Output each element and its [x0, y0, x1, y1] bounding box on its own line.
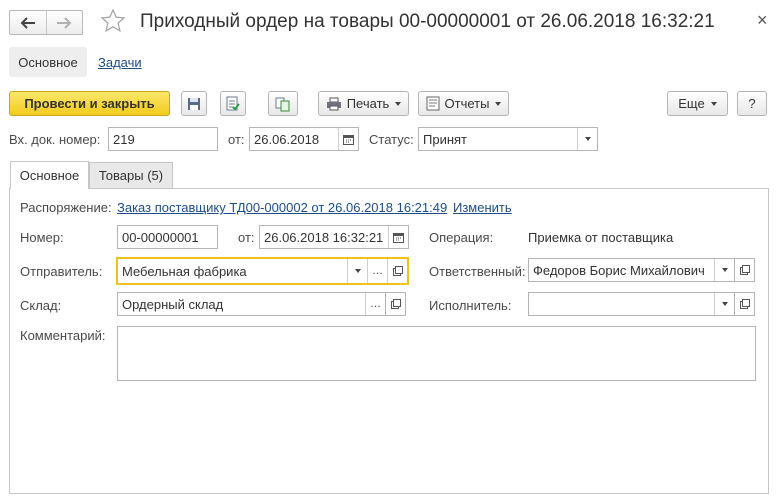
- calendar-button[interactable]: [338, 128, 358, 150]
- reports-label: Отчеты: [444, 96, 490, 111]
- responsible-dropdown-button[interactable]: [714, 259, 734, 281]
- section-main[interactable]: Основное: [9, 47, 87, 77]
- arrow-left-icon: [20, 16, 35, 29]
- section-tasks-link[interactable]: Задачи: [98, 55, 142, 70]
- incoming-number-field[interactable]: 219: [108, 127, 218, 151]
- help-button[interactable]: ?: [737, 91, 767, 116]
- incoming-date-field[interactable]: 26.06.2018: [249, 127, 359, 151]
- executor-open-button[interactable]: [735, 292, 755, 316]
- reports-menu-button[interactable]: Отчеты: [418, 91, 509, 116]
- incoming-number-value: 219: [113, 131, 135, 147]
- tab-main[interactable]: Основное: [10, 161, 89, 189]
- executor-field[interactable]: [528, 292, 735, 316]
- responsible-label: Ответственный:: [429, 264, 526, 279]
- more-label: Еще: [678, 96, 705, 111]
- more-menu-button[interactable]: Еще: [667, 91, 728, 116]
- structure-button[interactable]: [268, 91, 298, 116]
- calendar-icon: [393, 232, 404, 243]
- status-label: Статус:: [369, 132, 414, 147]
- sender-open-button[interactable]: [387, 259, 407, 283]
- number-label: Номер:: [20, 230, 64, 245]
- operation-value: Приемка от поставщика: [528, 230, 674, 245]
- date-label: от:: [238, 230, 255, 245]
- calendar-icon: [343, 134, 354, 145]
- open-icon: [392, 266, 403, 276]
- open-icon: [739, 299, 750, 309]
- star-icon: [100, 8, 126, 33]
- warehouse-value: Ордерный склад: [122, 296, 224, 312]
- chevron-down-icon: [395, 101, 402, 106]
- operation-label: Операция:: [429, 230, 494, 245]
- report-icon: [426, 96, 440, 111]
- arrow-right-icon: [57, 16, 72, 29]
- date-field[interactable]: 26.06.2018 16:32:21: [259, 225, 409, 249]
- favorite-button[interactable]: [100, 8, 126, 37]
- print-menu-button[interactable]: Печать: [318, 91, 409, 116]
- warehouse-open-button[interactable]: [386, 292, 406, 316]
- print-label: Печать: [346, 96, 390, 111]
- warehouse-select-button[interactable]: …: [365, 293, 385, 315]
- responsible-open-button[interactable]: [735, 258, 755, 282]
- sender-label: Отправитель:: [20, 264, 103, 279]
- chevron-down-icon: [721, 268, 728, 272]
- chevron-down-icon: [710, 101, 717, 106]
- post-document-icon: [226, 96, 240, 110]
- status-dropdown-button[interactable]: [577, 128, 597, 150]
- sender-select-button[interactable]: …: [367, 259, 387, 283]
- chevron-down-icon: [584, 137, 591, 141]
- forward-button[interactable]: [45, 11, 83, 34]
- tab-goods[interactable]: Товары (5): [89, 162, 173, 188]
- history-nav: [9, 10, 83, 35]
- sender-value: Мебельная фабрика: [122, 263, 247, 279]
- floppy-disk-icon: [188, 97, 200, 110]
- number-field[interactable]: 00-00000001: [117, 225, 218, 249]
- printer-icon: [326, 97, 341, 110]
- comment-textarea[interactable]: [117, 326, 756, 381]
- sender-dropdown-button[interactable]: [347, 259, 367, 283]
- order-document-link[interactable]: Заказ поставщику ТД00-000002 от 26.06.20…: [117, 200, 447, 215]
- responsible-field[interactable]: Федоров Борис Михайлович: [528, 258, 735, 282]
- post-button[interactable]: [220, 91, 246, 116]
- chevron-down-icon: [495, 101, 502, 106]
- comment-label: Комментарий:: [20, 328, 106, 343]
- executor-dropdown-button[interactable]: [714, 293, 734, 315]
- chevron-down-icon: [354, 269, 361, 273]
- chevron-down-icon: [721, 302, 728, 306]
- executor-label: Исполнитель:: [429, 298, 512, 313]
- close-button[interactable]: ×: [757, 10, 768, 31]
- incoming-number-label: Вх. док. номер:: [9, 132, 101, 147]
- status-value: Принят: [423, 131, 468, 147]
- back-button[interactable]: [10, 11, 46, 34]
- order-label: Распоряжение:: [20, 200, 112, 215]
- warehouse-field[interactable]: Ордерный склад …: [117, 292, 386, 316]
- number-value: 00-00000001: [122, 229, 199, 245]
- responsible-value: Федоров Борис Михайлович: [533, 262, 705, 278]
- related-documents-icon: [275, 97, 290, 111]
- open-icon: [390, 299, 401, 309]
- warehouse-label: Склад:: [20, 298, 62, 313]
- incoming-date-value: 26.06.2018: [254, 131, 320, 147]
- save-button[interactable]: [181, 91, 207, 116]
- open-icon: [739, 265, 750, 275]
- incoming-date-label: от:: [228, 132, 245, 147]
- status-select[interactable]: Принят: [418, 127, 598, 151]
- page-title: Приходный ордер на товары 00-00000001 от…: [140, 11, 715, 32]
- calendar-button[interactable]: [388, 226, 408, 248]
- sender-field[interactable]: Мебельная фабрика …: [117, 258, 408, 284]
- change-order-link[interactable]: Изменить: [453, 200, 512, 215]
- post-and-close-button[interactable]: Провести и закрыть: [9, 91, 170, 116]
- date-value: 26.06.2018 16:32:21: [264, 229, 384, 245]
